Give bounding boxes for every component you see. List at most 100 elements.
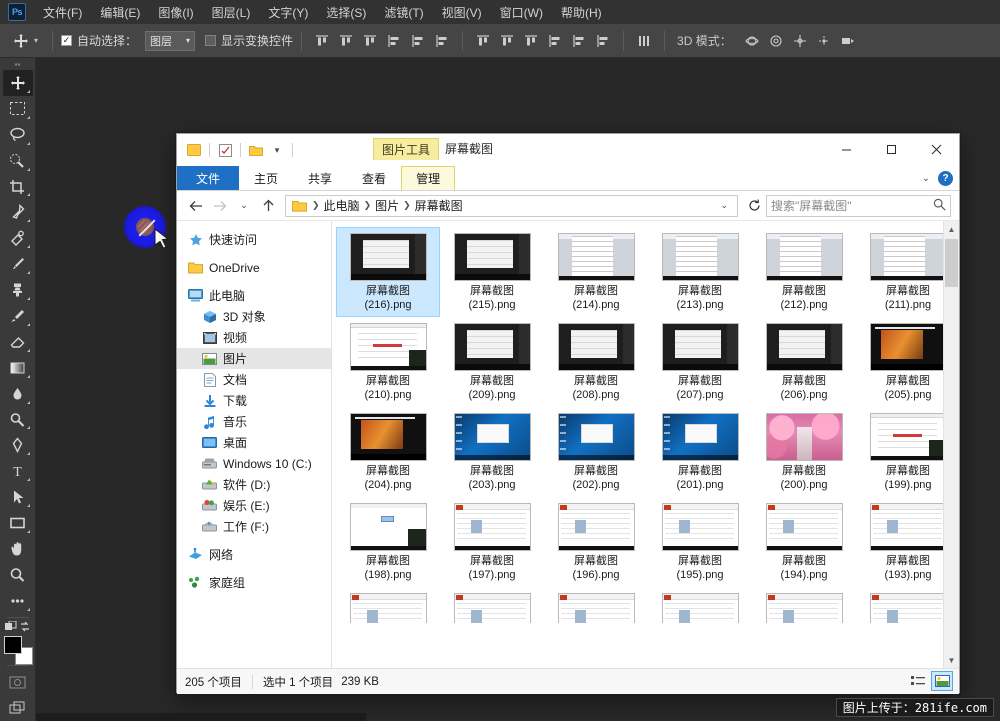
explorer-title-bar[interactable]: ▾ 图片工具 屏幕截图	[177, 134, 959, 166]
distribute-spacing-icon[interactable]	[632, 29, 656, 53]
file-item[interactable]	[752, 587, 856, 623]
file-item[interactable]: 屏幕截图(209).png	[440, 317, 544, 407]
menu-item-4[interactable]: 文字(Y)	[259, 2, 317, 23]
quick-selection-tool-icon[interactable]	[3, 148, 33, 174]
auto-select-scope-dropdown[interactable]: 图层 ▾	[145, 31, 195, 51]
file-item[interactable]: 屏幕截图(198).png	[336, 497, 440, 587]
breadcrumb-item-screenshots[interactable]: 屏幕截图	[412, 197, 466, 214]
file-item[interactable]	[648, 587, 752, 623]
nav-item-15[interactable]: 家庭组	[177, 572, 331, 593]
align-right-edges-icon[interactable]	[430, 29, 454, 53]
file-item[interactable]: 屏幕截图(208).png	[544, 317, 648, 407]
back-arrow-icon[interactable]	[185, 195, 207, 217]
save-icon[interactable]	[185, 141, 203, 159]
up-arrow-icon[interactable]	[257, 195, 279, 217]
file-item[interactable]: 屏幕截图(196).png	[544, 497, 648, 587]
file-item[interactable]: 屏幕截图(195).png	[648, 497, 752, 587]
file-item[interactable]: 屏幕截图(212).png	[752, 227, 856, 317]
file-item[interactable]: 屏幕截图(206).png	[752, 317, 856, 407]
search-input[interactable]: 搜索"屏幕截图"	[766, 195, 951, 217]
ribbon-tab-4[interactable]: 管理	[401, 166, 455, 190]
nav-item-0[interactable]: 快速访问	[177, 229, 331, 250]
clone-stamp-tool-icon[interactable]	[3, 277, 33, 303]
forward-arrow-icon[interactable]	[209, 195, 231, 217]
file-grid[interactable]: 屏幕截图(216).png屏幕截图(215).png屏幕截图(214).png屏…	[332, 221, 959, 623]
menu-item-3[interactable]: 图层(L)	[203, 2, 260, 23]
hand-tool-icon[interactable]	[3, 536, 33, 562]
distribute-top-edges-icon[interactable]	[471, 29, 495, 53]
file-item[interactable]	[544, 587, 648, 623]
rectangle-tool-icon[interactable]	[3, 510, 33, 536]
move-tool-icon[interactable]	[8, 29, 34, 53]
file-item[interactable]: 屏幕截图(201).png	[648, 407, 752, 497]
minimize-button[interactable]	[824, 134, 869, 165]
show-transform-controls-checkbox[interactable]	[205, 35, 216, 46]
menu-item-8[interactable]: 窗口(W)	[491, 2, 552, 23]
nav-item-2[interactable]: 此电脑	[177, 285, 331, 306]
chevron-down-icon[interactable]: ⌄	[922, 173, 930, 184]
close-button[interactable]	[914, 134, 959, 165]
menu-item-7[interactable]: 视图(V)	[433, 2, 491, 23]
history-brush-tool-icon[interactable]	[3, 303, 33, 329]
file-item[interactable]: 屏幕截图(203).png	[440, 407, 544, 497]
explorer-address-bar[interactable]: ⌄ ❯ 此电脑 ❯ 图片 ❯ 屏幕截图 ⌄ 搜索"屏幕截图"	[177, 191, 959, 221]
screen-mode-icon[interactable]	[3, 695, 33, 721]
large-icons-view-button[interactable]	[931, 671, 953, 691]
nav-item-8[interactable]: 音乐	[177, 411, 331, 432]
menu-item-1[interactable]: 编辑(E)	[91, 2, 149, 23]
eraser-tool-icon[interactable]	[3, 329, 33, 355]
refresh-icon[interactable]	[744, 195, 764, 217]
nav-item-5[interactable]: 图片	[177, 348, 331, 369]
nav-item-12[interactable]: 娱乐 (E:)	[177, 495, 331, 516]
file-item[interactable]: 屏幕截图(213).png	[648, 227, 752, 317]
foreground-color-swatch[interactable]	[4, 636, 22, 654]
distribute-horizontal-centers-icon[interactable]	[567, 29, 591, 53]
align-top-edges-icon[interactable]	[310, 29, 334, 53]
nav-item-11[interactable]: 软件 (D:)	[177, 474, 331, 495]
maximize-button[interactable]	[869, 134, 914, 165]
ribbon-tab-2[interactable]: 共享	[293, 166, 347, 190]
new-folder-icon[interactable]	[247, 141, 265, 159]
ribbon-right-controls[interactable]: ⌄ ?	[922, 166, 953, 191]
nav-item-3[interactable]: 3D 对象	[177, 306, 331, 327]
align-bottom-edges-icon[interactable]	[358, 29, 382, 53]
quick-mask-mode-icon[interactable]	[3, 669, 33, 695]
distribute-right-edges-icon[interactable]	[591, 29, 615, 53]
nav-item-1[interactable]: OneDrive	[177, 257, 331, 278]
menu-item-6[interactable]: 滤镜(T)	[375, 2, 432, 23]
auto-select-checkbox[interactable]: ✓	[61, 35, 72, 46]
file-item[interactable]: 屏幕截图(210).png	[336, 317, 440, 407]
details-view-button[interactable]	[907, 671, 929, 691]
recent-locations-caret-icon[interactable]: ⌄	[233, 195, 255, 217]
nav-item-13[interactable]: 工作 (F:)	[177, 516, 331, 537]
navigation-pane[interactable]: 快速访问OneDrive此电脑3D 对象视频图片文档下载音乐桌面Windows …	[177, 221, 332, 668]
file-item[interactable]: 屏幕截图(200).png	[752, 407, 856, 497]
zoom-tool-icon[interactable]	[3, 562, 33, 588]
foreground-background-color-swatches[interactable]	[3, 635, 33, 663]
file-item[interactable]	[336, 587, 440, 623]
distribute-bottom-edges-icon[interactable]	[519, 29, 543, 53]
gradient-tool-icon[interactable]	[3, 355, 33, 381]
menu-item-9[interactable]: 帮助(H)	[552, 2, 611, 23]
blur-tool-icon[interactable]	[3, 381, 33, 407]
nav-item-6[interactable]: 文档	[177, 369, 331, 390]
file-list-pane[interactable]: 屏幕截图(216).png屏幕截图(215).png屏幕截图(214).png屏…	[332, 221, 959, 668]
file-item[interactable]: 屏幕截图(207).png	[648, 317, 752, 407]
file-item[interactable]: 屏幕截图(216).png	[336, 227, 440, 317]
menu-item-0[interactable]: 文件(F)	[34, 2, 91, 23]
distribute-vertical-centers-icon[interactable]	[495, 29, 519, 53]
edit-toolbar-icon[interactable]	[3, 588, 33, 614]
scroll-down-arrow-icon[interactable]: ▼	[944, 652, 959, 668]
3d-pan-icon[interactable]	[788, 29, 812, 53]
file-item[interactable]: 屏幕截图(194).png	[752, 497, 856, 587]
quick-access-toolbar[interactable]: ▾	[177, 138, 296, 162]
distribute-left-edges-icon[interactable]	[543, 29, 567, 53]
panel-grip-icon[interactable]: ▪▪	[11, 60, 25, 70]
ribbon-tab-1[interactable]: 主页	[239, 166, 293, 190]
customize-qat-caret-icon[interactable]: ▾	[268, 141, 286, 159]
vertical-scrollbar[interactable]: ▲ ▼	[943, 221, 959, 668]
properties-icon[interactable]	[216, 141, 234, 159]
file-item[interactable]: 屏幕截图(204).png	[336, 407, 440, 497]
eyedropper-tool-icon[interactable]	[3, 199, 33, 225]
crop-tool-icon[interactable]	[3, 174, 33, 200]
